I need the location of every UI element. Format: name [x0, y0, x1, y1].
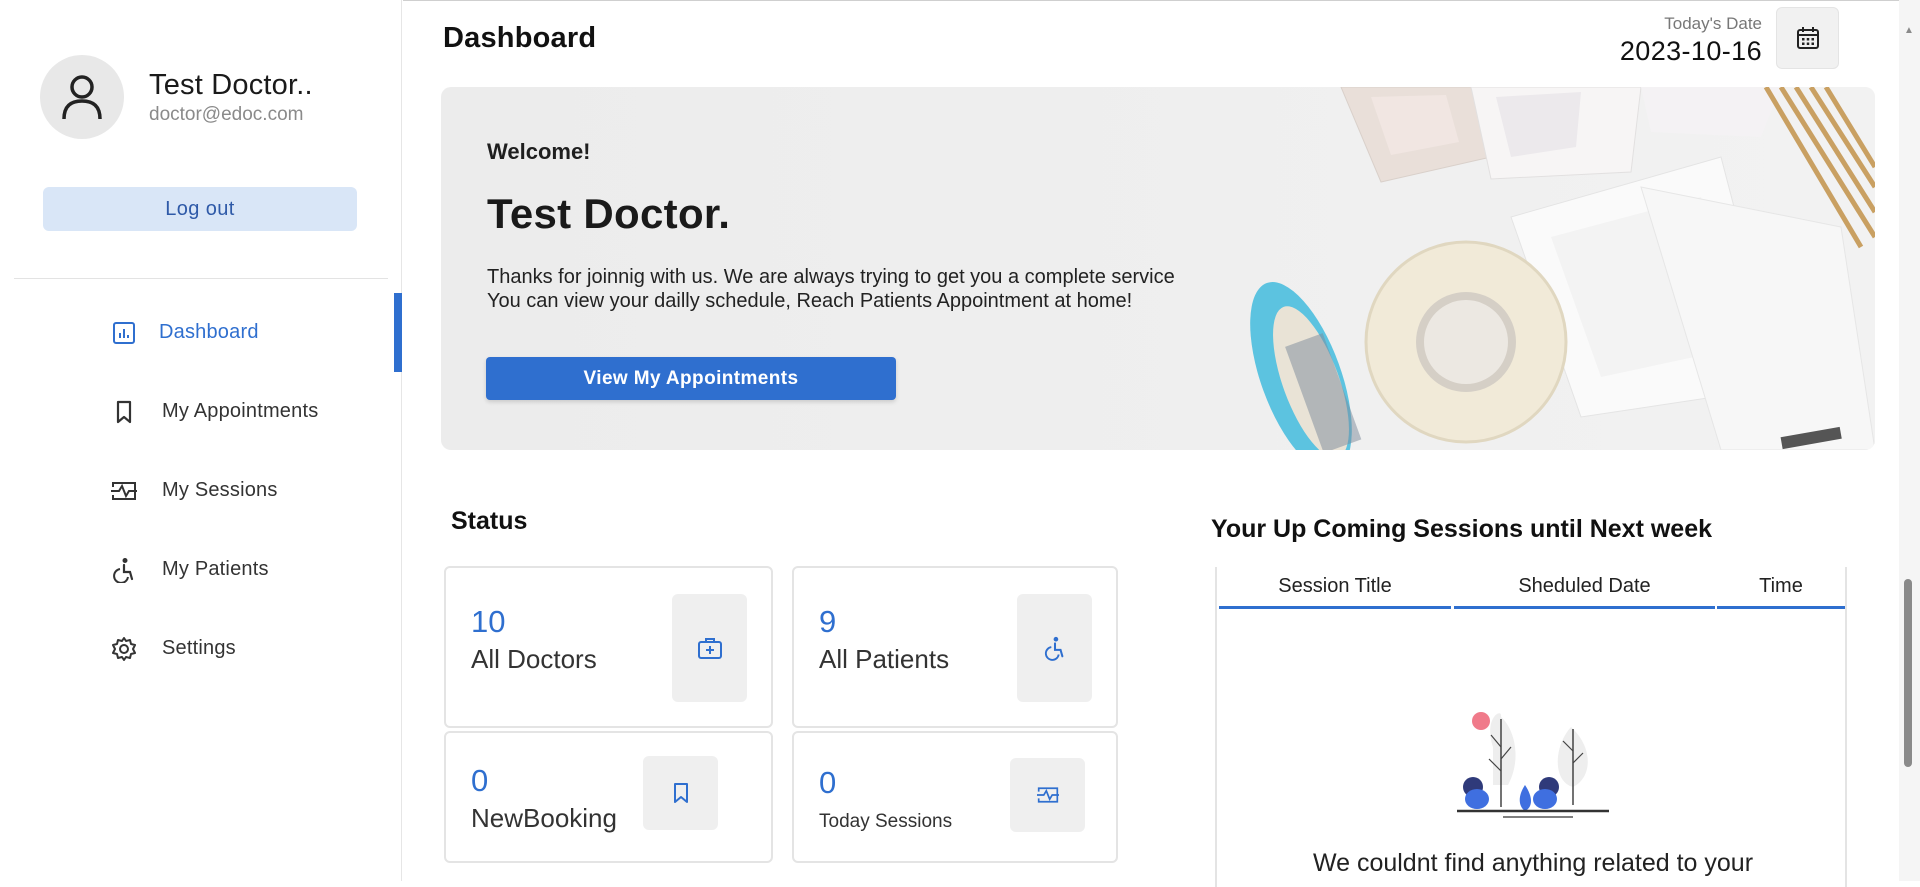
profile-email: doctor@edoc.com [149, 103, 304, 125]
sidebar: Test Doctor.. doctor@edoc.com Log out Da… [0, 0, 402, 881]
status-card-all-patients[interactable]: 9 All Patients [792, 566, 1118, 728]
column-header-time[interactable]: Time [1717, 567, 1845, 609]
logout-button[interactable]: Log out [43, 187, 357, 231]
card-label: Today Sessions [819, 811, 953, 832]
sidebar-item-label: Settings [162, 637, 236, 659]
medical-supplies-image [1221, 87, 1875, 450]
card-value: 10 [471, 604, 506, 639]
card-label: All Doctors [471, 644, 597, 674]
sidebar-item-my-patients[interactable]: My Patients [0, 530, 402, 609]
date-value: 2023-10-16 [1619, 36, 1762, 66]
status-title: Status [451, 507, 528, 535]
card-label: NewBooking [471, 803, 617, 833]
sidebar-item-label: My Patients [162, 558, 269, 580]
column-header-session-title[interactable]: Session Title [1219, 567, 1451, 609]
profile-name: Test Doctor.. [149, 68, 313, 101]
date-label: Today's Date [1664, 14, 1762, 33]
card-value: 0 [471, 763, 489, 798]
sidebar-item-label: My Appointments [162, 400, 319, 422]
today-date: Today's Date 2023-10-16 [1620, 14, 1762, 67]
sidebar-item-settings[interactable]: Settings [0, 609, 402, 688]
welcome-banner: Welcome! Test Doctor. Thanks for joinnig… [441, 87, 1875, 450]
dashboard-icon [110, 319, 138, 347]
empty-state-message: We couldnt find anything related to your [1312, 849, 1754, 877]
gear-icon [110, 635, 138, 663]
sidebar-nav: Dashboard My Appointments My Sessions My… [0, 293, 402, 688]
welcome-line-1: Thanks for joinnig with us. We are alway… [487, 266, 1175, 288]
profile: Test Doctor.. doctor@edoc.com [40, 55, 313, 139]
sidebar-item-my-sessions[interactable]: My Sessions [0, 451, 402, 530]
calendar-button[interactable] [1776, 7, 1839, 69]
card-label: All Patients [819, 644, 950, 674]
upcoming-sessions-title: Your Up Coming Sessions until Next week [1211, 515, 1713, 543]
welcome-message: Thanks for joinnig with us. We are alway… [487, 265, 1287, 313]
sidebar-item-label: Dashboard [159, 321, 259, 343]
top-border [403, 0, 1899, 1]
view-appointments-button[interactable]: View My Appointments [486, 357, 896, 400]
wheelchair-icon [1017, 594, 1092, 702]
scroll-up-arrow-icon[interactable]: ▲ [1904, 25, 1914, 36]
bookmark-icon [643, 756, 718, 830]
bookmark-icon [110, 398, 138, 426]
sidebar-item-my-appointments[interactable]: My Appointments [0, 372, 402, 451]
card-value: 0 [819, 765, 837, 800]
medical-kit-icon [672, 594, 747, 702]
empty-state-illustration [1457, 712, 1609, 818]
welcome-heading: Welcome! [487, 139, 591, 164]
calendar-icon [1796, 27, 1819, 49]
doctor-name: Test Doctor. [487, 190, 731, 237]
status-card-today-sessions[interactable]: 0 Today Sessions [792, 731, 1118, 863]
column-header-scheduled-date[interactable]: Sheduled Date [1454, 567, 1715, 609]
status-card-new-booking[interactable]: 0 NewBooking [444, 731, 773, 863]
welcome-line-2: You can view your dailly schedule, Reach… [487, 290, 1133, 312]
sidebar-item-dashboard[interactable]: Dashboard [0, 293, 402, 372]
sidebar-item-label: My Sessions [162, 479, 278, 501]
sidebar-divider [14, 278, 388, 279]
card-value: 9 [819, 604, 837, 639]
avatar [40, 55, 124, 139]
scrollbar-thumb[interactable] [1904, 579, 1912, 767]
sessions-icon [110, 477, 138, 505]
status-card-all-doctors[interactable]: 10 All Doctors [444, 566, 773, 728]
sessions-icon [1010, 758, 1085, 832]
page-title: Dashboard [443, 22, 597, 54]
wheelchair-icon [110, 556, 138, 584]
upcoming-sessions-table: Session Title Sheduled Date Time We coul… [1215, 567, 1847, 887]
user-icon [62, 75, 102, 120]
